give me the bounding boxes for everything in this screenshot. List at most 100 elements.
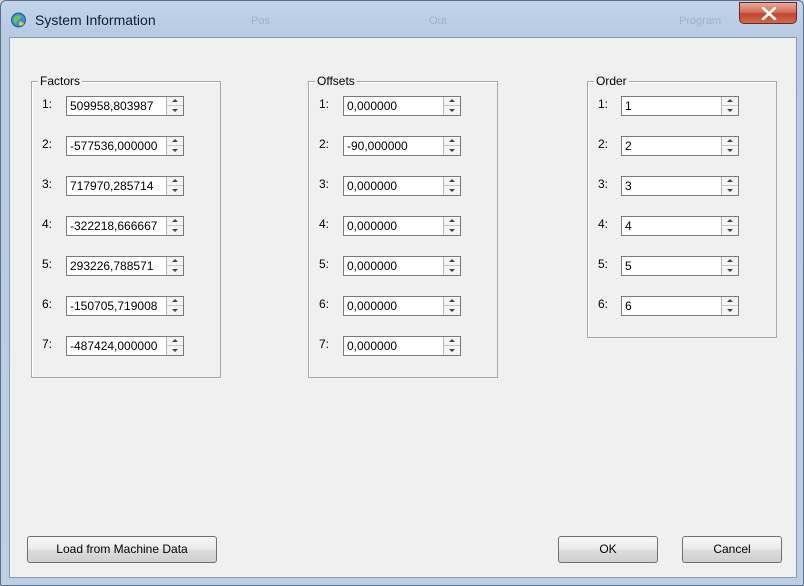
spin-down-button[interactable] xyxy=(444,306,460,315)
spin-down-button[interactable] xyxy=(444,226,460,235)
spin-down-button[interactable] xyxy=(167,146,183,155)
arrow-up-icon xyxy=(449,99,455,102)
offset-spinbox-3[interactable]: 0,000000 xyxy=(343,176,461,196)
spin-up-button[interactable] xyxy=(167,257,183,266)
ok-button[interactable]: OK xyxy=(558,536,658,563)
arrow-up-icon xyxy=(172,99,178,102)
spin-up-button[interactable] xyxy=(722,177,738,186)
factor-spinbox-4[interactable]: -322218,666667 xyxy=(66,216,184,236)
factor-label-5: 5: xyxy=(42,257,53,271)
spin-up-button[interactable] xyxy=(722,297,738,306)
load-from-machine-data-button[interactable]: Load from Machine Data xyxy=(27,536,217,563)
order-spinbox-2[interactable]: 2 xyxy=(621,136,739,156)
spin-down-button[interactable] xyxy=(444,346,460,355)
spin-down-button[interactable] xyxy=(444,146,460,155)
factor-spinbox-3[interactable]: 717970,285714 xyxy=(66,176,184,196)
spin-down-button[interactable] xyxy=(167,266,183,275)
factor-value-3[interactable]: 717970,285714 xyxy=(70,179,153,193)
spin-down-button[interactable] xyxy=(167,346,183,355)
offset-spinbox-1[interactable]: 0,000000 xyxy=(343,96,461,116)
factor-value-4[interactable]: -322218,666667 xyxy=(70,219,157,233)
close-button[interactable] xyxy=(739,2,797,24)
spin-down-button[interactable] xyxy=(167,186,183,195)
spin-up-button[interactable] xyxy=(722,97,738,106)
offset-spinbox-6[interactable]: 0,000000 xyxy=(343,296,461,316)
spin-down-button[interactable] xyxy=(722,106,738,115)
spin-down-button[interactable] xyxy=(722,306,738,315)
spin-down-button[interactable] xyxy=(722,266,738,275)
spin-down-button[interactable] xyxy=(167,106,183,115)
order-value-3[interactable]: 3 xyxy=(625,179,632,193)
arrow-down-icon xyxy=(449,229,455,232)
factor-value-7[interactable]: -487424,000000 xyxy=(70,339,157,353)
factor-value-2[interactable]: -577536,000000 xyxy=(70,139,157,153)
factor-value-1[interactable]: 509958,803987 xyxy=(70,99,153,113)
arrow-down-icon xyxy=(727,149,733,152)
factors-group-title: Factors xyxy=(38,74,83,88)
order-spinbox-1[interactable]: 1 xyxy=(621,96,739,116)
spin-up-button[interactable] xyxy=(722,217,738,226)
offset-value-6[interactable]: 0,000000 xyxy=(347,299,397,313)
offset-spinbox-2[interactable]: -90,000000 xyxy=(343,136,461,156)
spin-up-button[interactable] xyxy=(167,177,183,186)
arrow-down-icon xyxy=(727,269,733,272)
spin-down-button[interactable] xyxy=(444,186,460,195)
spin-up-button[interactable] xyxy=(167,297,183,306)
spin-up-button[interactable] xyxy=(167,97,183,106)
spin-buttons xyxy=(443,217,460,235)
order-label-2: 2: xyxy=(598,137,609,151)
factor-value-5[interactable]: 293226,788571 xyxy=(70,259,153,273)
offset-value-2[interactable]: -90,000000 xyxy=(347,139,408,153)
spin-up-button[interactable] xyxy=(167,217,183,226)
spin-up-button[interactable] xyxy=(444,97,460,106)
factor-label-1: 1: xyxy=(42,97,53,111)
offset-value-3[interactable]: 0,000000 xyxy=(347,179,397,193)
spin-down-button[interactable] xyxy=(722,226,738,235)
factor-spinbox-6[interactable]: -150705,719008 xyxy=(66,296,184,316)
spin-up-button[interactable] xyxy=(444,177,460,186)
offset-value-4[interactable]: 0,000000 xyxy=(347,219,397,233)
order-value-4[interactable]: 4 xyxy=(625,219,632,233)
offset-spinbox-7[interactable]: 0,000000 xyxy=(343,336,461,356)
spin-up-button[interactable] xyxy=(444,297,460,306)
spin-up-button[interactable] xyxy=(444,337,460,346)
spin-down-button[interactable] xyxy=(167,306,183,315)
spin-down-button[interactable] xyxy=(722,146,738,155)
offset-value-5[interactable]: 0,000000 xyxy=(347,259,397,273)
order-value-5[interactable]: 5 xyxy=(625,259,632,273)
spin-up-button[interactable] xyxy=(167,137,183,146)
order-value-1[interactable]: 1 xyxy=(625,99,632,113)
cancel-button[interactable]: Cancel xyxy=(682,536,782,563)
order-spinbox-6[interactable]: 6 xyxy=(621,296,739,316)
order-spinbox-3[interactable]: 3 xyxy=(621,176,739,196)
spin-up-button[interactable] xyxy=(722,137,738,146)
title-bar[interactable]: System Information Pos Out Program xyxy=(1,1,803,37)
order-value-2[interactable]: 2 xyxy=(625,139,632,153)
factor-spinbox-7[interactable]: -487424,000000 xyxy=(66,336,184,356)
factor-value-6[interactable]: -150705,719008 xyxy=(70,299,157,313)
factor-spinbox-1[interactable]: 509958,803987 xyxy=(66,96,184,116)
offset-value-7[interactable]: 0,000000 xyxy=(347,339,397,353)
spin-up-button[interactable] xyxy=(444,257,460,266)
offset-spinbox-4[interactable]: 0,000000 xyxy=(343,216,461,236)
factor-label-7: 7: xyxy=(42,337,53,351)
offset-value-1[interactable]: 0,000000 xyxy=(347,99,397,113)
order-value-6[interactable]: 6 xyxy=(625,299,632,313)
offset-spinbox-5[interactable]: 0,000000 xyxy=(343,256,461,276)
arrow-down-icon xyxy=(172,109,178,112)
spin-up-button[interactable] xyxy=(444,217,460,226)
spin-down-button[interactable] xyxy=(722,186,738,195)
spin-up-button[interactable] xyxy=(722,257,738,266)
order-spinbox-5[interactable]: 5 xyxy=(621,256,739,276)
background-label-pos: Pos xyxy=(251,15,270,27)
spin-up-button[interactable] xyxy=(167,337,183,346)
factor-spinbox-2[interactable]: -577536,000000 xyxy=(66,136,184,156)
spin-buttons xyxy=(166,297,183,315)
factor-spinbox-5[interactable]: 293226,788571 xyxy=(66,256,184,276)
order-spinbox-4[interactable]: 4 xyxy=(621,216,739,236)
spin-down-button[interactable] xyxy=(444,266,460,275)
spin-down-button[interactable] xyxy=(444,106,460,115)
arrow-up-icon xyxy=(449,219,455,222)
spin-up-button[interactable] xyxy=(444,137,460,146)
spin-down-button[interactable] xyxy=(167,226,183,235)
